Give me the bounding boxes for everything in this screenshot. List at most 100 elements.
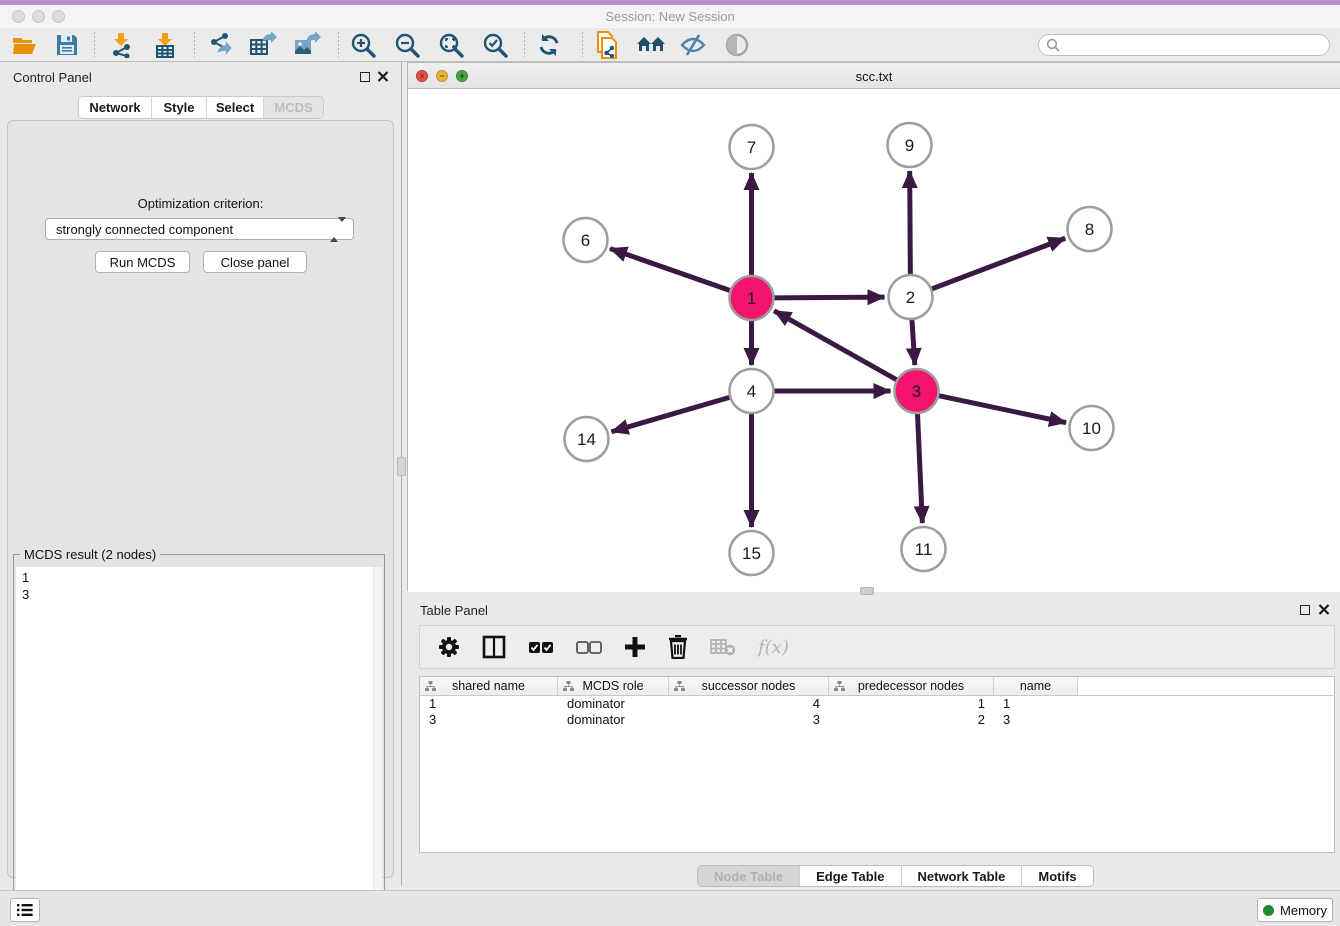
graph-edge-1-2[interactable] bbox=[773, 297, 884, 298]
split-columns-icon[interactable] bbox=[482, 635, 506, 659]
graph-edge-2-9[interactable] bbox=[910, 171, 911, 275]
tab-node-table[interactable]: Node Table bbox=[698, 866, 800, 886]
run-mcds-button[interactable]: Run MCDS bbox=[95, 251, 190, 273]
open-session-icon[interactable] bbox=[6, 30, 44, 59]
close-table-panel-icon[interactable] bbox=[1318, 603, 1330, 616]
chevron-up-down-icon bbox=[330, 222, 346, 237]
graph-edge-3-10[interactable] bbox=[938, 396, 1066, 423]
graph-edge-3-1[interactable] bbox=[774, 311, 897, 380]
tab-motifs[interactable]: Motifs bbox=[1022, 866, 1092, 886]
tab-mcds[interactable]: MCDS bbox=[264, 97, 323, 118]
graph-node-9[interactable]: 9 bbox=[888, 123, 932, 167]
graph-node-11[interactable]: 11 bbox=[902, 527, 946, 571]
cell-shared-name[interactable]: 3 bbox=[420, 712, 558, 728]
cell-shared-name[interactable]: 1 bbox=[420, 696, 558, 712]
cell-MCDS-role[interactable]: dominator bbox=[558, 712, 669, 728]
column-header-successor-nodes[interactable]: successor nodes bbox=[669, 677, 829, 695]
clone-network-icon[interactable] bbox=[588, 30, 626, 59]
mcds-result-group: MCDS result (2 nodes) 1 3 bbox=[13, 554, 385, 926]
result-scrollbar[interactable] bbox=[373, 567, 382, 926]
control-panel-title: Control Panel bbox=[13, 70, 92, 85]
table-row[interactable]: 3dominator323 bbox=[420, 712, 1334, 728]
cell-MCDS-role[interactable]: dominator bbox=[558, 696, 669, 712]
gear-icon[interactable] bbox=[438, 636, 460, 658]
cell-predecessor-nodes[interactable]: 2 bbox=[829, 712, 994, 728]
graph-edge-4-14[interactable] bbox=[611, 397, 730, 432]
delete-table-icon[interactable] bbox=[710, 638, 736, 656]
graph-edge-2-8[interactable] bbox=[931, 238, 1065, 289]
search-input[interactable] bbox=[1038, 34, 1330, 56]
mcds-panel-body: Optimization criterion: strongly connect… bbox=[7, 120, 394, 878]
svg-text:1: 1 bbox=[747, 289, 756, 308]
column-header-predecessor-nodes[interactable]: predecessor nodes bbox=[829, 677, 994, 695]
float-panel-icon[interactable] bbox=[360, 72, 370, 82]
graph-node-1[interactable]: 1 bbox=[730, 276, 774, 320]
tab-network-table[interactable]: Network Table bbox=[902, 866, 1023, 886]
home-icon[interactable] bbox=[632, 30, 670, 59]
export-image-icon[interactable] bbox=[288, 30, 326, 59]
import-network-icon[interactable] bbox=[102, 30, 140, 59]
mcds-result-list[interactable]: 1 3 bbox=[16, 567, 373, 926]
svg-text:6: 6 bbox=[581, 231, 590, 250]
column-header-shared-name[interactable]: shared name bbox=[420, 677, 558, 695]
select-all-icon[interactable] bbox=[528, 641, 554, 654]
deselect-all-icon[interactable] bbox=[576, 641, 602, 654]
cell-name[interactable]: 3 bbox=[994, 712, 1078, 728]
zoom-fit-icon[interactable] bbox=[432, 30, 470, 59]
export-network-icon[interactable] bbox=[202, 30, 240, 59]
network-graph[interactable]: 7 9 6 8 1 2 4 3 14 10 15 11 bbox=[408, 89, 1340, 592]
refresh-icon[interactable] bbox=[530, 30, 568, 59]
toolbar-separator bbox=[582, 32, 583, 57]
zoom-in-icon[interactable] bbox=[344, 30, 382, 59]
export-table-icon[interactable] bbox=[244, 30, 282, 59]
memory-label: Memory bbox=[1280, 903, 1327, 918]
import-table-icon[interactable] bbox=[146, 30, 184, 59]
cell-name[interactable]: 1 bbox=[994, 696, 1078, 712]
cell-predecessor-nodes[interactable]: 1 bbox=[829, 696, 994, 712]
graph-node-7[interactable]: 7 bbox=[730, 125, 774, 169]
graph-node-15[interactable]: 15 bbox=[730, 531, 774, 575]
graph-edge-3-11[interactable] bbox=[917, 413, 922, 523]
main-toolbar bbox=[0, 28, 1340, 62]
svg-text:7: 7 bbox=[747, 138, 756, 157]
close-panel-button[interactable]: Close panel bbox=[203, 251, 307, 273]
cell-successor-nodes[interactable]: 4 bbox=[669, 696, 829, 712]
graph-node-8[interactable]: 8 bbox=[1068, 207, 1112, 251]
graph-node-2[interactable]: 2 bbox=[889, 275, 933, 319]
network-window: × − + scc.txt 7 9 6 8 1 2 4 3 14 10 15 11 bbox=[407, 62, 1340, 591]
tab-edge-table[interactable]: Edge Table bbox=[800, 866, 901, 886]
splitter-handle[interactable] bbox=[397, 457, 406, 476]
criterion-dropdown[interactable]: strongly connected component bbox=[45, 218, 354, 240]
tab-select[interactable]: Select bbox=[207, 97, 264, 118]
graph-node-3[interactable]: 3 bbox=[895, 369, 939, 413]
graph-node-4[interactable]: 4 bbox=[730, 369, 774, 413]
zoom-out-icon[interactable] bbox=[388, 30, 426, 59]
tab-style[interactable]: Style bbox=[152, 97, 207, 118]
graph-node-10[interactable]: 10 bbox=[1070, 406, 1114, 450]
float-table-panel-icon[interactable] bbox=[1300, 605, 1310, 615]
graph-edge-2-3[interactable] bbox=[912, 319, 915, 365]
column-header-name[interactable]: name bbox=[994, 677, 1078, 695]
tab-network[interactable]: Network bbox=[79, 97, 152, 118]
node-table: shared nameMCDS rolesuccessor nodesprede… bbox=[419, 676, 1335, 853]
column-header-MCDS-role[interactable]: MCDS role bbox=[558, 677, 669, 695]
hide-view-icon[interactable] bbox=[674, 30, 712, 59]
bottom-splitter-handle[interactable] bbox=[860, 587, 874, 595]
task-list-button[interactable] bbox=[10, 898, 40, 922]
table-body: 1dominator4113dominator323 bbox=[420, 696, 1334, 728]
graph-node-6[interactable]: 6 bbox=[564, 218, 608, 262]
memory-button[interactable]: Memory bbox=[1257, 898, 1333, 922]
function-builder-icon: f(x) bbox=[758, 637, 789, 658]
graph-node-14[interactable]: 14 bbox=[565, 417, 609, 461]
cell-successor-nodes[interactable]: 3 bbox=[669, 712, 829, 728]
show-view-icon[interactable] bbox=[718, 30, 756, 59]
add-column-icon[interactable] bbox=[624, 636, 646, 658]
close-panel-icon[interactable] bbox=[377, 70, 389, 83]
graph-edge-1-6[interactable] bbox=[610, 249, 731, 291]
table-row[interactable]: 1dominator411 bbox=[420, 696, 1334, 712]
zoom-selected-icon[interactable] bbox=[476, 30, 514, 59]
optimization-criterion-label: Optimization criterion: bbox=[8, 196, 393, 211]
delete-icon[interactable] bbox=[668, 635, 688, 659]
save-session-icon[interactable] bbox=[48, 30, 86, 59]
network-window-titlebar: × − + scc.txt bbox=[408, 63, 1340, 89]
